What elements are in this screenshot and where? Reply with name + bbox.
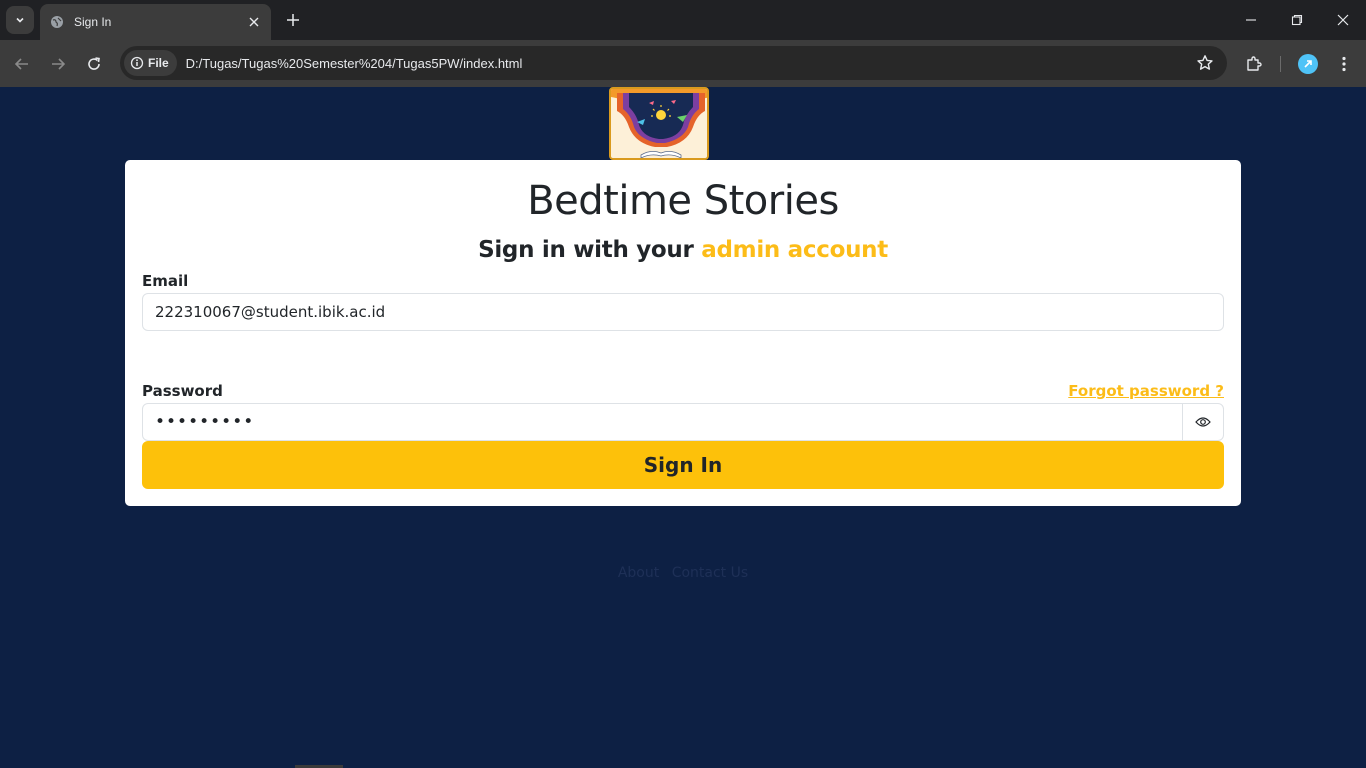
arrow-left-icon: [14, 58, 28, 70]
reload-icon: [88, 57, 100, 70]
app-title: Bedtime Stories: [527, 178, 839, 224]
tab-search-button[interactable]: [6, 6, 34, 34]
back-button[interactable]: [8, 50, 36, 78]
address-bar[interactable]: File D:/Tugas/Tugas%20Semester%204/Tugas…: [120, 46, 1227, 80]
footer-link-about[interactable]: About: [618, 565, 659, 581]
chevron-down-icon: [16, 17, 24, 23]
site-info-chip[interactable]: File: [124, 50, 177, 76]
close-icon: [1337, 14, 1349, 26]
restore-icon: [1291, 14, 1303, 26]
email-field[interactable]: 222310067@student.ibik.ac.id: [142, 293, 1224, 331]
signin-card: Bedtime Stories Sign in with your admin …: [125, 160, 1241, 506]
plus-icon: [287, 14, 299, 26]
browser-tab[interactable]: Sign In: [40, 4, 271, 40]
password-label: Password: [142, 382, 223, 400]
profile-avatar[interactable]: [1294, 50, 1322, 78]
bookmark-star-icon[interactable]: [1195, 53, 1215, 73]
tab-title: Sign In: [74, 15, 112, 29]
file-chip-label: File: [148, 56, 169, 70]
browser-toolbar: File D:/Tugas/Tugas%20Semester%204/Tugas…: [0, 40, 1366, 87]
password-field[interactable]: •••••••••: [142, 403, 1183, 441]
arrow-right-icon: [52, 58, 66, 70]
minimize-button[interactable]: [1228, 0, 1274, 40]
reload-button[interactable]: [80, 50, 108, 78]
minimize-icon: [1246, 19, 1256, 21]
restore-button[interactable]: [1274, 0, 1320, 40]
logo-image: [609, 87, 709, 160]
new-tab-button[interactable]: [281, 8, 305, 32]
more-vertical-icon: [1342, 56, 1346, 72]
signin-button[interactable]: Sign In: [142, 441, 1224, 489]
profile-icon: [1298, 54, 1318, 74]
email-label: Email: [142, 272, 189, 290]
close-tab-icon[interactable]: [245, 13, 263, 31]
signin-subtitle: Sign in with your admin account: [125, 237, 1241, 263]
subtitle-prefix: Sign in with your: [478, 237, 694, 263]
menu-button[interactable]: [1330, 50, 1358, 78]
info-icon: [130, 56, 144, 70]
close-window-button[interactable]: [1320, 0, 1366, 40]
toggle-password-button[interactable]: [1182, 403, 1224, 441]
globe-icon: [50, 15, 64, 29]
footer-links: About Contact Us: [0, 565, 1366, 581]
footer-link-contact[interactable]: Contact Us: [672, 565, 748, 581]
extensions-icon[interactable]: [1240, 50, 1268, 78]
forgot-password-link[interactable]: Forgot password ?: [1068, 382, 1224, 400]
subtitle-highlight: admin account: [701, 237, 888, 263]
forward-button[interactable]: [44, 50, 72, 78]
toolbar-separator: [1280, 56, 1281, 72]
url-text[interactable]: D:/Tugas/Tugas%20Semester%204/Tugas5PW/i…: [186, 56, 523, 71]
eye-icon: [1195, 417, 1211, 427]
browser-tabstrip: Sign In: [0, 0, 1366, 40]
